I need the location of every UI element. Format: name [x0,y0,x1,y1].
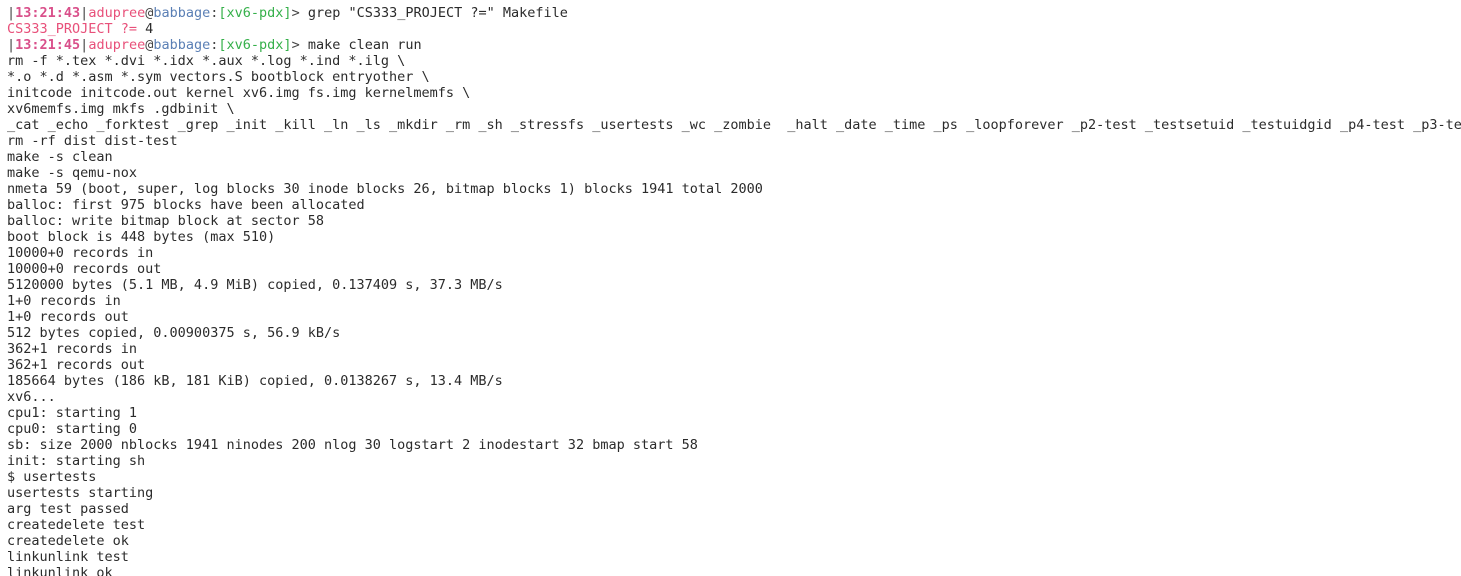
output-line: usertests starting [7,485,154,501]
output-line: $ usertests [7,469,97,485]
output-line: cpu1: starting 1 [7,405,138,421]
output-line: 10000+0 records out [7,261,162,277]
grep-match: CS333_PROJECT ?= [7,21,138,37]
output-line: createdelete ok [7,533,129,549]
prompt-host: babbage [153,37,211,53]
prompt-directory: [xv6-pdx] [218,5,292,21]
output-line: 1+0 records in [7,293,121,309]
output-line: 185664 bytes (186 kB, 181 KiB) copied, 0… [7,373,503,389]
output-line: initcode initcode.out kernel xv6.img fs.… [7,85,471,101]
prompt-time: 13:21:43 [15,5,81,21]
grep-rest: 4 [137,21,154,37]
prompt-suffix: > [291,5,308,21]
output-line: balloc: write bitmap block at sector 58 [7,213,324,229]
output-line: _cat _echo _forktest _grep _init _kill _… [7,117,1461,133]
output-line: cpu0: starting 0 [7,421,138,437]
output-line: nmeta 59 (boot, super, log blocks 30 ino… [7,181,763,197]
terminal-window[interactable]: |13:21:43|adupree@babbage:[xv6-pdx]> gre… [0,0,1461,576]
output-line: createdelete test [7,517,146,533]
output-line: 5120000 bytes (5.1 MB, 4.9 MiB) copied, … [7,277,503,293]
output-line: make -s qemu-nox [7,165,138,181]
prompt-open-bar: | [7,37,16,53]
output-line: init: starting sh [7,453,146,469]
grep-result-line: CS333_PROJECT ?= 4 [7,21,1461,37]
prompt-directory: [xv6-pdx] [218,37,292,53]
output-line: 10000+0 records in [7,245,154,261]
output-line: linkunlink test [7,549,129,565]
output-line: xv6... [7,389,56,405]
command-text: grep "CS333_PROJECT ?=" Makefile [307,5,568,21]
output-line: make -s clean [7,149,113,165]
prompt-host: babbage [153,5,211,21]
prompt-time: 13:21:45 [15,37,81,53]
output-line: arg test passed [7,501,129,517]
output-line: xv6memfs.img mkfs .gdbinit \ [7,101,235,117]
prompt-suffix: > [291,37,308,53]
output-line: *.o *.d *.asm *.sym vectors.S bootblock … [7,69,430,85]
output-line: sb: size 2000 nblocks 1941 ninodes 200 n… [7,437,698,453]
prompt-user: adupree [88,37,146,53]
output-line: rm -f *.tex *.dvi *.idx *.aux *.log *.in… [7,53,406,69]
output-line: balloc: first 975 blocks have been alloc… [7,197,365,213]
output-line: 362+1 records out [7,357,146,373]
prompt-line-2: |13:21:45|adupree@babbage:[xv6-pdx]> mak… [7,37,1461,53]
output-line: 1+0 records out [7,309,129,325]
prompt-user: adupree [88,5,146,21]
command-text: make clean run [307,37,422,53]
output-line: 362+1 records in [7,341,138,357]
output-line: rm -rf dist dist-test [7,133,178,149]
prompt-open-bar: | [7,5,16,21]
output-line: 512 bytes copied, 0.00900375 s, 56.9 kB/… [7,325,341,341]
output-line: boot block is 448 bytes (max 510) [7,229,276,245]
prompt-line-1: |13:21:43|adupree@babbage:[xv6-pdx]> gre… [7,5,1461,21]
output-line: linkunlink ok [7,565,113,576]
